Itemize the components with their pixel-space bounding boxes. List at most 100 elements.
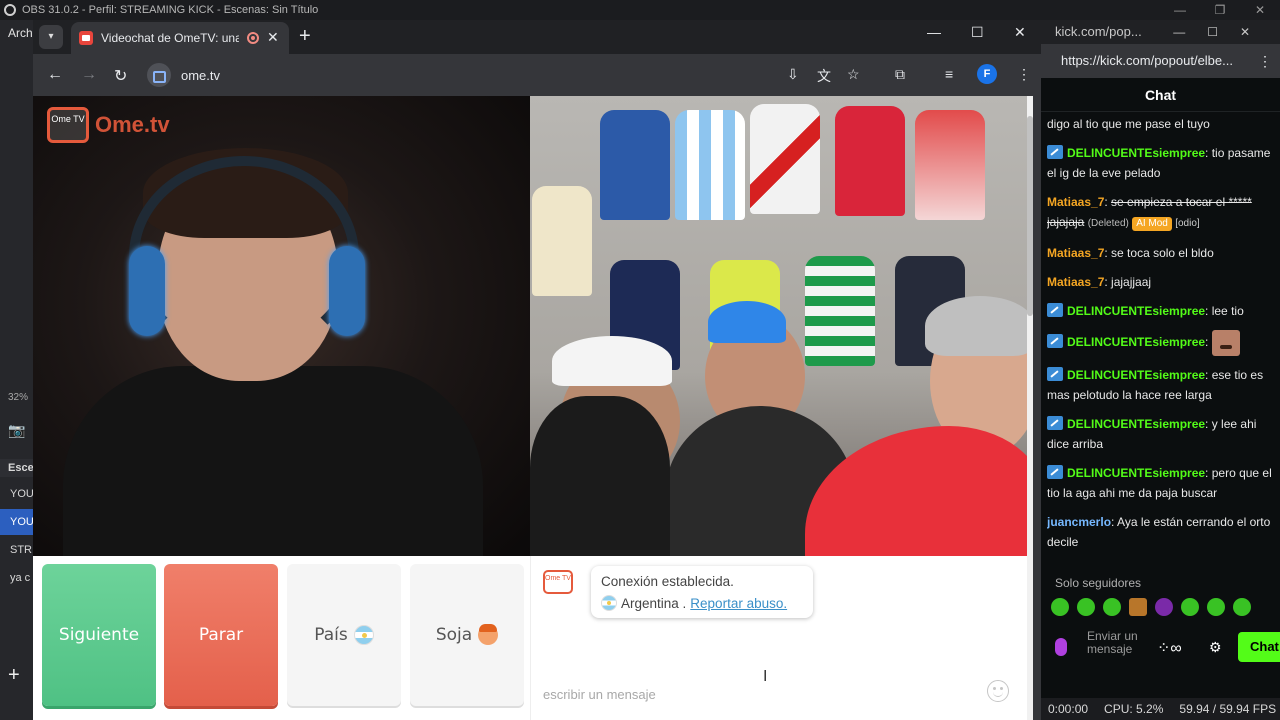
- chat-message: digo al tio que me pase el tuyo: [1047, 114, 1275, 134]
- gender-button[interactable]: Soja: [410, 564, 524, 706]
- chat-username[interactable]: Matiaas_7: [1047, 195, 1104, 209]
- minimize-icon[interactable]: —: [1160, 0, 1200, 20]
- obs-scene-item[interactable]: ya c: [0, 565, 34, 591]
- camera-icon[interactable]: 📷: [0, 422, 34, 439]
- reload-icon[interactable]: ↻: [114, 66, 127, 86]
- close-icon[interactable]: ✕: [1240, 0, 1280, 20]
- obs-rec-time: 0:00:00: [1048, 702, 1089, 716]
- kick-badge-icon: [1047, 416, 1063, 430]
- chat-username[interactable]: DELINCUENTEsiempree: [1067, 368, 1205, 382]
- menu-kebab-icon[interactable]: ⋮: [1258, 44, 1272, 78]
- chat-username[interactable]: Matiaas_7: [1047, 275, 1104, 289]
- report-abuse-link[interactable]: Reportar abuso.: [690, 596, 787, 611]
- menu-kebab-icon[interactable]: ⋮: [1017, 66, 1031, 83]
- obs-window-controls: — ❐ ✕: [1160, 0, 1280, 20]
- connection-status: Conexión establecida.: [601, 574, 734, 589]
- back-icon[interactable]: ←: [47, 66, 63, 84]
- chat-username[interactable]: DELINCUENTEsiempree: [1067, 466, 1205, 480]
- kick-url-bar[interactable]: https://kick.com/popout/elbe...: [1041, 44, 1280, 78]
- media-control-icon[interactable]: ≡: [945, 66, 953, 82]
- jersey: [805, 256, 875, 366]
- forward-icon[interactable]: →: [81, 66, 97, 84]
- moderation-tag: [odio]: [1175, 218, 1200, 229]
- chat-message: juancmerlo: Aya le están cerrando el ort…: [1047, 515, 1271, 549]
- emote-icon[interactable]: [1077, 598, 1095, 616]
- ometv-logo-icon: Ome TV: [47, 107, 89, 143]
- tab-close-icon[interactable]: ✕: [267, 29, 279, 46]
- maximize-icon[interactable]: ☐: [971, 24, 984, 41]
- obs-scene-item[interactable]: STRI: [0, 537, 34, 563]
- obs-statusbar: 0:00:00 CPU: 5.2% 59.94 / 59.94 FPS: [1040, 698, 1280, 720]
- translate-icon[interactable]: 文: [817, 66, 831, 86]
- emote-icon[interactable]: [1129, 598, 1147, 616]
- close-icon[interactable]: ✕: [1014, 24, 1026, 41]
- obs-scene-item[interactable]: YOU: [0, 509, 34, 535]
- remote-video-feed: [530, 96, 1027, 556]
- microphone-icon[interactable]: [1055, 638, 1067, 656]
- obs-fps: 59.94 / 59.94 FPS: [1179, 702, 1277, 716]
- obs-logo-icon: [4, 4, 16, 16]
- kick-window-controls[interactable]: —☐✕: [1173, 20, 1272, 44]
- emote-icon[interactable]: [1103, 598, 1121, 616]
- browser-window: ▾ Videochat de OmeTV: una ✕ + — ☐ ✕ ← → …: [33, 20, 1041, 720]
- tab-ometv[interactable]: Videochat de OmeTV: una ✕: [71, 22, 289, 54]
- chat-username[interactable]: DELINCUENTEsiempree: [1067, 417, 1205, 431]
- gear-icon[interactable]: ⚙: [1209, 639, 1222, 656]
- message-text: jajajjaaj: [1111, 275, 1152, 289]
- minimize-icon[interactable]: —: [927, 24, 941, 40]
- gender-button-label: Soja: [435, 625, 473, 645]
- emote-icon[interactable]: [1207, 598, 1225, 616]
- obs-scene-item[interactable]: YOU: [0, 481, 34, 507]
- url-text[interactable]: ome.tv: [181, 68, 220, 83]
- new-tab-button[interactable]: +: [299, 25, 311, 48]
- local-video-feed: Ome TV Ome.tv: [33, 96, 530, 556]
- jersey: [600, 110, 670, 220]
- obs-menu-archivo[interactable]: Arch: [8, 26, 33, 40]
- kick-chat-messages[interactable]: digo al tio que me pase el tuyo DELINCUE…: [1047, 114, 1275, 574]
- ometv-chat-logo-icon: Ome TV: [543, 570, 573, 594]
- recording-indicator-icon: [247, 32, 259, 44]
- infinity-icon[interactable]: ⁘∞: [1157, 638, 1182, 658]
- emote-icon: [1211, 330, 1240, 356]
- stop-button[interactable]: Parar: [164, 564, 278, 706]
- emote-icon[interactable]: [1155, 598, 1173, 616]
- page-scroll-thumb[interactable]: [1027, 116, 1033, 316]
- local-person-body: [63, 366, 483, 556]
- chat-username[interactable]: DELINCUENTEsiempree: [1067, 335, 1205, 349]
- send-chat-button[interactable]: Chat: [1238, 632, 1280, 662]
- profile-avatar[interactable]: F: [977, 64, 997, 84]
- restore-icon[interactable]: ❐: [1200, 0, 1240, 20]
- next-button[interactable]: Siguiente: [42, 564, 156, 706]
- message-input[interactable]: [531, 680, 1011, 708]
- tab-strip: ▾ Videochat de OmeTV: una ✕ + — ☐ ✕: [33, 20, 1041, 54]
- emoji-picker-icon[interactable]: [987, 680, 1009, 702]
- tab-title: Videochat de OmeTV: una: [101, 31, 239, 45]
- tab-search-button[interactable]: ▾: [39, 25, 63, 49]
- chat-username[interactable]: DELINCUENTEsiempree: [1067, 146, 1205, 160]
- emote-icon[interactable]: [1233, 598, 1251, 616]
- stop-button-label: Parar: [198, 625, 244, 645]
- chat-username[interactable]: Matiaas_7: [1047, 246, 1104, 260]
- obs-add-scene-button[interactable]: +: [8, 664, 20, 687]
- install-app-icon[interactable]: ⇩: [787, 66, 799, 83]
- emote-icon[interactable]: [1051, 598, 1069, 616]
- country-button[interactable]: País: [287, 564, 401, 706]
- emote-icon[interactable]: [1181, 598, 1199, 616]
- site-info-icon[interactable]: [147, 63, 171, 87]
- kick-chat-input[interactable]: Enviar un mensaje: [1087, 630, 1139, 656]
- extensions-icon[interactable]: ⧉: [895, 66, 905, 83]
- chat-message: DELINCUENTEsiempree: lee tio: [1047, 301, 1275, 321]
- browser-toolbar: ← → ↻ ome.tv ⇩ 文 ☆ ⧉ ≡ F ⋮: [33, 54, 1041, 96]
- address-bar[interactable]: ome.tv: [143, 60, 803, 90]
- remote-person-1-top: [530, 396, 670, 556]
- kick-badge-icon: [1047, 367, 1063, 381]
- chat-username[interactable]: DELINCUENTEsiempree: [1067, 304, 1205, 318]
- grey-hair: [925, 296, 1027, 356]
- chat-username[interactable]: juancmerlo: [1047, 515, 1111, 529]
- white-cap: [552, 336, 672, 386]
- obs-zoom-percent: 32%: [8, 392, 29, 403]
- kick-window-titlebar: kick.com/pop... —☐✕: [1041, 20, 1280, 44]
- bookmark-star-icon[interactable]: ☆: [847, 66, 860, 83]
- jersey: [532, 186, 592, 296]
- chat-message: DELINCUENTEsiempree:: [1047, 330, 1275, 356]
